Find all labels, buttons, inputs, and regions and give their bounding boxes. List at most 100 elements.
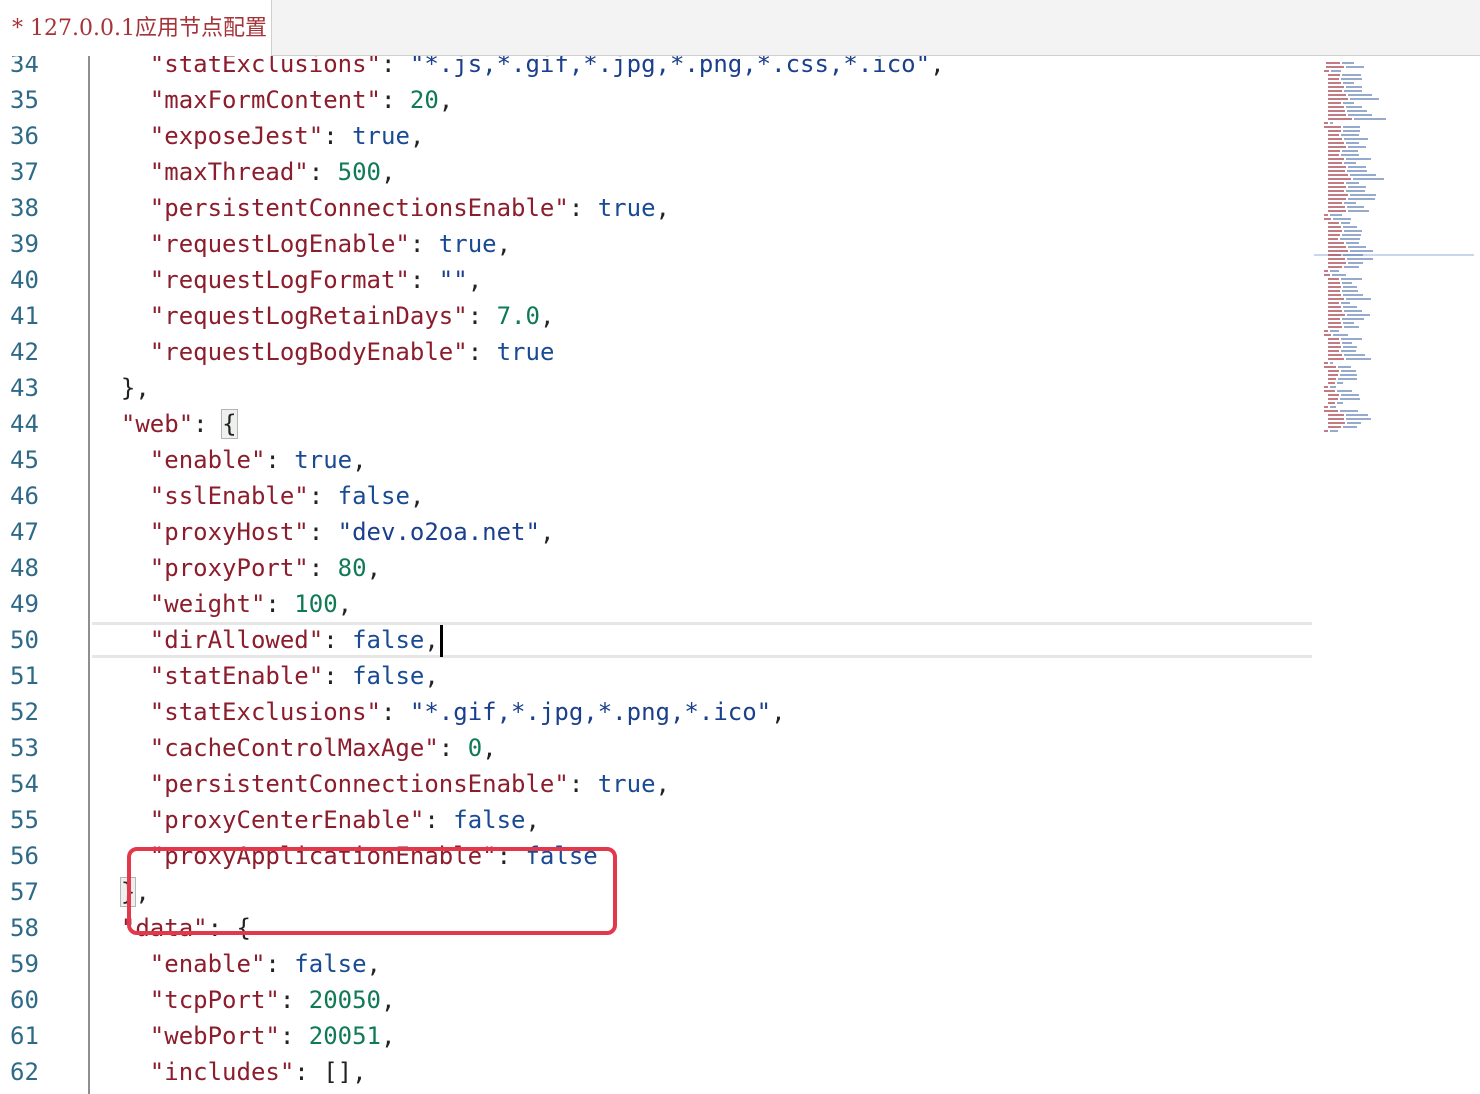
minimap-line xyxy=(1330,406,1336,408)
minimap-line xyxy=(1346,182,1359,184)
code-line[interactable]: "proxyHost": "dev.o2oa.net", xyxy=(92,514,1312,550)
code-line[interactable]: "maxThread": 500, xyxy=(92,154,1312,190)
code-line[interactable]: "statExclusions": "*.gif,*.jpg,*.png,*.i… xyxy=(92,694,1312,730)
code-line[interactable]: "persistentConnectionsEnable": true, xyxy=(92,190,1312,226)
minimap-line xyxy=(1328,398,1338,400)
code-line[interactable]: "tcpPort": 20050, xyxy=(92,982,1312,1018)
tab-title: * 127.0.0.1应用节点配置 xyxy=(12,16,267,41)
minimap-line xyxy=(1343,102,1354,104)
minimap-line xyxy=(1340,374,1357,376)
code-line[interactable]: "cacheControlMaxAge": 0, xyxy=(92,730,1312,766)
minimap-line xyxy=(1344,354,1365,356)
line-number: 41 xyxy=(10,302,39,330)
minimap-line xyxy=(1324,410,1338,412)
minimap-line xyxy=(1346,414,1368,416)
code-token: , xyxy=(467,266,483,294)
minimap-line xyxy=(1346,158,1371,160)
code-token: 20051 xyxy=(308,1022,381,1050)
code-line[interactable]: "statExclusions": "*.js,*.gif,*.jpg,*.pn… xyxy=(92,56,1312,82)
minimap-line xyxy=(1328,422,1345,424)
code-line[interactable]: "maxFormContent": 20, xyxy=(92,82,1312,118)
editor-tab[interactable]: * 127.0.0.1应用节点配置 xyxy=(0,0,272,57)
current-code-line[interactable]: "dirAllowed": false, xyxy=(92,622,1312,658)
minimap-line xyxy=(1342,290,1358,292)
code-line[interactable]: "sslEnable": false, xyxy=(92,478,1312,514)
code-line[interactable]: "enable": false, xyxy=(92,946,1312,982)
code-editor[interactable]: 34 35 36 37 38 39 40 41 42 43 44 45 46 47 48 49 50 51 52 53… xyxy=(0,56,1312,1094)
line-number: 39 xyxy=(10,230,39,258)
minimap-line xyxy=(1348,94,1372,96)
minimap-line xyxy=(1342,74,1361,76)
minimap-line xyxy=(1328,250,1348,252)
line-number-gutter: 34 35 36 37 38 39 40 41 42 43 44 45 46 47 48 49 50 51 52 53… xyxy=(0,56,90,1094)
minimap[interactable] xyxy=(1312,56,1480,1094)
minimap-line xyxy=(1328,426,1341,428)
code-line[interactable]: "weight": 100, xyxy=(92,586,1312,622)
line-number: 45 xyxy=(10,446,39,474)
minimap-line xyxy=(1331,70,1341,72)
minimap-line xyxy=(1324,122,1328,124)
code-line[interactable]: }, xyxy=(92,370,1312,406)
code-token: : xyxy=(308,518,338,546)
code-token: false xyxy=(294,950,367,978)
minimap-line xyxy=(1328,294,1341,296)
minimap-line xyxy=(1353,178,1384,180)
minimap-line xyxy=(1343,294,1363,296)
line-number: 52 xyxy=(10,698,39,726)
minimap-line xyxy=(1344,138,1368,140)
minimap-line xyxy=(1330,122,1333,124)
code-line[interactable]: "enable": true, xyxy=(92,442,1312,478)
code-token: : xyxy=(409,266,439,294)
code-line[interactable]: "includes": [], xyxy=(92,1054,1312,1090)
minimap-line xyxy=(1347,170,1367,172)
code-token: : xyxy=(265,950,295,978)
code-line[interactable]: "webPort": 20051, xyxy=(92,1018,1312,1054)
minimap-line xyxy=(1324,362,1328,364)
code-area[interactable]: "statExclusions": "*.js,*.gif,*.jpg,*.pn… xyxy=(92,56,1312,1094)
line-number: 48 xyxy=(10,554,39,582)
minimap-line xyxy=(1324,274,1330,276)
minimap-line xyxy=(1328,138,1342,140)
code-line[interactable]: "proxyPort": 80, xyxy=(92,550,1312,586)
line-number: 61 xyxy=(10,1022,39,1050)
minimap-line xyxy=(1324,430,1328,432)
code-line[interactable]: "requestLogRetainDays": 7.0, xyxy=(92,298,1312,334)
minimap-line xyxy=(1350,250,1373,252)
code-token: true xyxy=(294,446,353,474)
minimap-line xyxy=(1328,246,1346,248)
code-token: true xyxy=(597,194,656,222)
minimap-line xyxy=(1326,62,1340,64)
code-token: : xyxy=(279,986,309,1014)
minimap-line xyxy=(1341,222,1350,224)
minimap-line xyxy=(1337,382,1343,384)
code-token: "statEnable" xyxy=(149,662,324,690)
code-line[interactable]: "proxyCenterEnable": false, xyxy=(92,802,1312,838)
minimap-line xyxy=(1328,258,1345,260)
minimap-line xyxy=(1346,142,1359,144)
minimap-line xyxy=(1340,238,1360,240)
code-line[interactable]: "statEnable": false, xyxy=(92,658,1312,694)
line-number: 43 xyxy=(10,374,39,402)
minimap-line xyxy=(1328,222,1339,224)
minimap-line xyxy=(1347,314,1370,316)
minimap-line xyxy=(1348,210,1369,212)
code-token: , xyxy=(539,302,555,330)
minimap-line xyxy=(1328,210,1346,212)
code-line[interactable]: "web": { xyxy=(92,406,1312,442)
code-line[interactable]: "persistentConnectionsEnable": true, xyxy=(92,766,1312,802)
code-line[interactable]: "requestLogEnable": true, xyxy=(92,226,1312,262)
code-line[interactable]: "requestLogBodyEnable": true xyxy=(92,334,1312,370)
code-token: 100 xyxy=(294,590,338,618)
minimap-line xyxy=(1328,98,1348,100)
code-line[interactable]: "requestLogFormat": "", xyxy=(92,262,1312,298)
minimap-line xyxy=(1328,322,1341,324)
code-token: : xyxy=(380,698,410,726)
code-line[interactable]: "exposeJest": true, xyxy=(92,118,1312,154)
code-token: "requestLogEnable" xyxy=(149,230,410,258)
